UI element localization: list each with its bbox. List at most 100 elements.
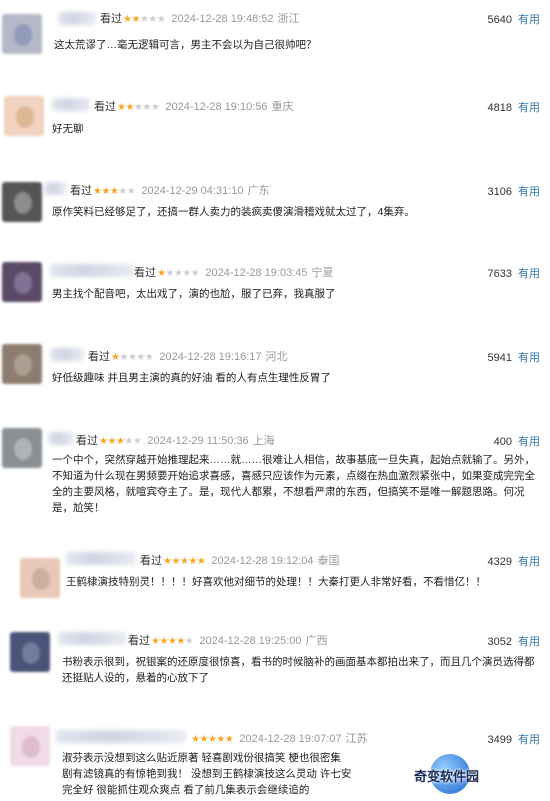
comment-time: 2024-12-28 19:03:45: [205, 267, 308, 279]
useful-button[interactable]: 有用: [518, 14, 540, 26]
useful-button[interactable]: 有用: [518, 734, 540, 746]
useful-button[interactable]: 有用: [518, 636, 540, 648]
star-empty-icon: ★: [182, 268, 191, 279]
avatar[interactable]: [2, 14, 42, 54]
star-filled-icon: ★: [216, 734, 225, 745]
useful-button[interactable]: 有用: [518, 268, 540, 280]
avatar[interactable]: [2, 344, 42, 384]
star-filled-icon: ★: [196, 556, 206, 567]
comment-time: 2024-12-28 19:25:00: [199, 635, 302, 647]
star-empty-icon: ★: [119, 352, 128, 363]
star-empty-icon: ★: [144, 352, 154, 363]
comment-text: 原作笑料已经够足了，还搞一群人卖力的装疯卖傻演滑稽戏就太过了，4集弃。: [52, 206, 415, 218]
username-blurred[interactable]: [50, 348, 84, 361]
watermark-text: 奇变软件园: [414, 769, 480, 784]
avatar[interactable]: [10, 632, 50, 672]
comment-location: 广东: [247, 185, 270, 197]
comment-location: 宁夏: [311, 267, 334, 279]
watched-label: 看过: [100, 13, 122, 25]
comment-text: 好低级趣味 并且男主演的真的好油 看的人有点生理性反胃了: [52, 372, 331, 384]
star-filled-icon: ★: [131, 14, 140, 25]
rating-stars: ★★★★★: [93, 186, 136, 197]
avatar[interactable]: [20, 558, 60, 598]
star-empty-icon: ★: [118, 186, 127, 197]
star-empty-icon: ★: [156, 14, 166, 25]
comment-time: 2024-12-29 11:50:36: [147, 435, 249, 447]
watermark-logo: 奇变软件园: [412, 754, 550, 801]
vote-count: 4818: [487, 102, 512, 114]
username-blurred[interactable]: [44, 182, 66, 195]
star-filled-icon: ★: [107, 436, 116, 447]
avatar[interactable]: [2, 182, 42, 222]
comment-text: 书粉表示很到，祝银案的还原度很惊喜，看书的时候脑补的画面基本都拍出来了，而且几个…: [62, 656, 535, 684]
useful-button[interactable]: 有用: [518, 102, 540, 114]
avatar[interactable]: [2, 428, 42, 468]
comment-location: 广西: [305, 635, 328, 647]
avatar[interactable]: [4, 96, 44, 136]
star-empty-icon: ★: [150, 102, 160, 113]
star-filled-icon: ★: [224, 734, 234, 745]
comment-location: 泰国: [317, 555, 340, 567]
comment-location: 河北: [265, 351, 288, 363]
star-filled-icon: ★: [171, 556, 180, 567]
vote-count: 4329: [487, 556, 512, 568]
star-empty-icon: ★: [184, 636, 194, 647]
username-blurred[interactable]: [48, 432, 74, 445]
comment-location: 重庆: [271, 101, 294, 113]
vote-count: 3499: [487, 734, 512, 746]
useful-button[interactable]: 有用: [518, 352, 540, 364]
avatar[interactable]: [10, 726, 50, 766]
comment-time: 2024-12-28 19:48:52: [171, 13, 274, 25]
useful-button[interactable]: 有用: [518, 186, 540, 198]
vote-count: 5941: [487, 352, 512, 364]
comment-location: 江苏: [345, 733, 368, 745]
comment-text: 好无聊: [52, 123, 84, 135]
star-empty-icon: ★: [148, 14, 157, 25]
comment-text: 男主找个配音吧，太出戏了，演的也尬，服了已弃，我真服了: [52, 288, 336, 300]
watched-label: 看过: [140, 555, 162, 567]
comment-text: 王鹤棣演技特别灵！！！！好喜欢他对细节的处理！！大秦打更人非常好看，不看惜亿！！: [66, 576, 486, 588]
star-empty-icon: ★: [126, 186, 136, 197]
star-empty-icon: ★: [124, 436, 133, 447]
star-filled-icon: ★: [199, 734, 208, 745]
watched-label: 看过: [94, 101, 116, 113]
vote-count: 7633: [487, 268, 512, 280]
rating-stars: ★★★★★: [151, 636, 194, 647]
comment-time: 2024-12-29 04:31:10: [141, 185, 244, 197]
watched-label: 看过: [134, 267, 156, 279]
star-filled-icon: ★: [159, 636, 168, 647]
star-empty-icon: ★: [190, 268, 200, 279]
star-empty-icon: ★: [142, 102, 151, 113]
star-filled-icon: ★: [125, 102, 134, 113]
comment-text: 一个中个，突然穿越开始推理起来……就……很难让人相信，故事基底一旦失真，起始点就…: [52, 454, 535, 514]
username-blurred[interactable]: [58, 632, 126, 645]
avatar[interactable]: [2, 262, 42, 302]
star-empty-icon: ★: [165, 268, 174, 279]
star-filled-icon: ★: [101, 186, 110, 197]
star-empty-icon: ★: [132, 436, 142, 447]
rating-stars: ★★★★★: [191, 734, 234, 745]
username-blurred[interactable]: [52, 98, 90, 111]
rating-stars: ★★★★★: [117, 102, 160, 113]
comment-time: 2024-12-28 19:12:04: [211, 555, 314, 567]
rating-stars: ★★★★★: [99, 436, 142, 447]
username-blurred[interactable]: [66, 552, 136, 565]
comment-time: 2024-12-28 19:16:17: [159, 351, 262, 363]
comment-text: 这太荒谬了…毫无逻辑可言，男主不会以为自己很帅吧？: [54, 39, 317, 51]
watched-label: 看过: [76, 435, 98, 447]
rating-stars: ★★★★★: [163, 556, 206, 567]
comment-location: 浙江: [277, 13, 300, 25]
watched-label: 看过: [128, 635, 150, 647]
vote-count: 5640: [487, 14, 512, 26]
username-blurred[interactable]: [50, 264, 134, 277]
useful-button[interactable]: 有用: [518, 556, 540, 568]
useful-button[interactable]: 有用: [518, 436, 540, 448]
comment-time: 2024-12-28 19:10:56: [165, 101, 268, 113]
username-blurred[interactable]: [58, 12, 96, 25]
rating-stars: ★★★★★: [123, 14, 166, 25]
star-filled-icon: ★: [188, 556, 197, 567]
comment-text: 淑芬表示没想到这么贴近原著 轻喜剧戏份很搞笑 梗也很密集 剧有滤镜真的有惊艳到我…: [62, 752, 352, 796]
comment-location: 上海: [252, 435, 275, 447]
username-blurred[interactable]: [56, 730, 186, 743]
watched-label: 看过: [70, 185, 92, 197]
